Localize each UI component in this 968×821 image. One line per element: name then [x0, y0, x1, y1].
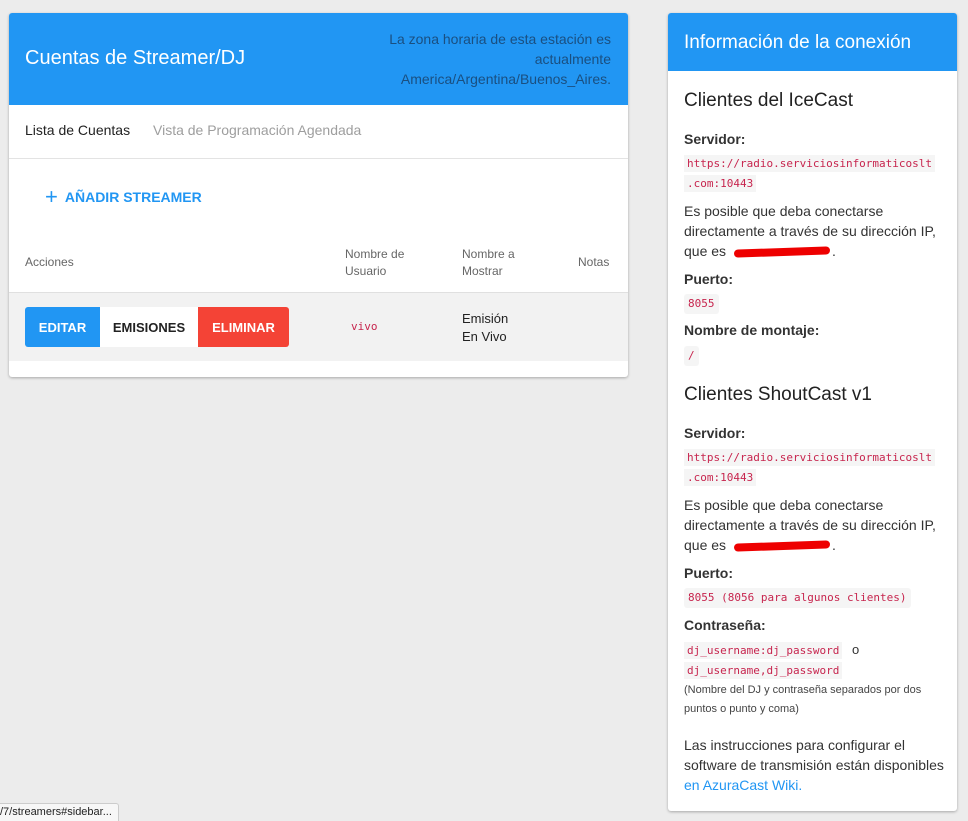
- username-cell: vivo: [351, 320, 378, 333]
- shoutcast-ip-note-end: .: [832, 537, 836, 553]
- timezone-note: La zona horaria de esta estación es actu…: [389, 31, 611, 87]
- connection-title: Información de la conexión: [684, 32, 912, 53]
- redacted-ip: [733, 246, 831, 258]
- shoutcast-port-label: Puerto:: [684, 565, 733, 581]
- display-name-line2: En Vivo: [462, 329, 507, 344]
- col-actions: Acciones: [25, 255, 74, 269]
- tab-bar: Lista de Cuentas Vista de Programación A…: [9, 105, 628, 159]
- display-name-cell: Emisión En Vivo: [462, 310, 508, 346]
- icecast-server-line1: https://radio.serviciosinformaticoslt: [684, 155, 936, 172]
- icecast-server-label: Servidor:: [684, 131, 746, 147]
- shoutcast-server-label: Servidor:: [684, 425, 746, 441]
- icecast-title: Clientes del IceCast: [684, 90, 853, 111]
- tab-account-list[interactable]: Lista de Cuentas: [25, 122, 130, 138]
- icecast-ip-note-end: .: [832, 243, 836, 259]
- instructions-body: Las instrucciones para configurar el sof…: [684, 737, 944, 773]
- page-title: Cuentas de Streamer/DJ: [25, 47, 246, 69]
- display-name-line1: Emisión: [462, 311, 509, 326]
- icecast-port-value: 8055: [684, 294, 719, 314]
- streamers-header: Cuentas de Streamer/DJ La zona horaria d…: [9, 13, 628, 105]
- password-format-1: dj_username:dj_password: [684, 642, 843, 659]
- edit-button[interactable]: EDITAR: [25, 307, 100, 347]
- browser-status-url: /7/streamers#sidebar...: [0, 803, 119, 821]
- add-streamer-label: AÑADIR STREAMER: [64, 189, 202, 205]
- connection-info-card: Información de la conexión Clientes del …: [668, 13, 957, 811]
- icecast-mount-value: /: [684, 346, 699, 366]
- shoutcast-server-line2: .com:10443: [684, 469, 757, 486]
- password-or: o: [851, 642, 860, 657]
- connection-header: Información de la conexión: [668, 13, 957, 71]
- icecast-mount-label: Nombre de montaje:: [684, 322, 820, 338]
- delete-button[interactable]: ELIMINAR: [198, 307, 289, 347]
- tab-schedule-view[interactable]: Vista de Programación Agendada: [153, 122, 361, 138]
- shoutcast-ip-note: Es posible que deba conectarse directame…: [684, 495, 946, 555]
- password-note: (Nombre del DJ y contraseña separados po…: [684, 684, 922, 715]
- streamers-card: Cuentas de Streamer/DJ La zona horaria d…: [9, 13, 628, 377]
- icecast-port-label: Puerto:: [684, 271, 733, 287]
- shoutcast-title: Clientes ShoutCast v1: [684, 384, 872, 405]
- azuracast-wiki-link[interactable]: en AzuraCast Wiki.: [684, 777, 802, 793]
- icecast-server-line2: .com:10443: [684, 175, 757, 192]
- plus-icon: +: [45, 184, 58, 209]
- col-display-name: Nombre a Mostrar: [462, 247, 515, 278]
- password-format-2: dj_username,dj_password: [684, 662, 843, 679]
- shoutcast-port-value: 8055 (8056 para algunos clientes): [684, 588, 911, 608]
- shoutcast-password-value: dj_username:dj_password o dj_username,dj…: [684, 640, 942, 681]
- add-streamer-button[interactable]: + AÑADIR STREAMER: [45, 184, 202, 209]
- shoutcast-server-line1: https://radio.serviciosinformaticoslt: [684, 449, 936, 466]
- col-notes: Notas: [578, 255, 610, 269]
- icecast-ip-note: Es posible que deba conectarse directame…: [684, 201, 946, 261]
- shoutcast-password-label: Contraseña:: [684, 617, 766, 633]
- col-username: Nombre de Usuario: [345, 247, 405, 278]
- redacted-ip: [733, 540, 831, 552]
- instructions-text: Las instrucciones para configurar el sof…: [684, 735, 946, 795]
- broadcasts-button[interactable]: EMISIONES: [100, 307, 198, 347]
- icecast-server-value: https://radio.serviciosinformaticoslt .c…: [684, 154, 942, 194]
- shoutcast-server-value: https://radio.serviciosinformaticoslt .c…: [684, 448, 942, 488]
